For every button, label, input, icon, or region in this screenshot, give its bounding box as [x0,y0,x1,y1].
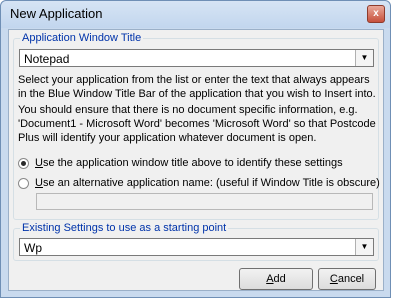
alternative-name-input[interactable] [36,193,373,210]
application-title-value: Notepad [24,52,70,66]
use-alternative-name-label: Use an alternative application name: (us… [35,177,380,189]
existing-settings-label: Existing Settings to use as a starting p… [20,221,229,235]
title-bar: New Application x [1,1,390,28]
add-button[interactable]: Add [239,268,313,290]
close-icon: x [373,8,379,19]
use-window-title-option[interactable]: Use the application window title above t… [18,156,343,170]
use-window-title-label: Use the application window title above t… [35,157,343,169]
use-window-title-radio[interactable] [18,157,29,169]
existing-settings-value: Wp [24,241,42,255]
dialog-body: Application Window Title Notepad ▼ Selec… [8,29,384,291]
dialog-window: New Application x Application Window Tit… [0,0,391,298]
instructions-text-1: Select your application from the list or… [18,74,376,100]
cancel-button[interactable]: Cancel [318,268,376,290]
use-alternative-name-radio[interactable] [18,177,29,189]
instructions-text-2: You should ensure that there is no docum… [18,104,376,144]
chevron-down-icon[interactable]: ▼ [355,50,373,66]
close-button[interactable]: x [367,5,385,23]
application-window-title-group: Application Window Title Notepad ▼ Selec… [13,31,380,220]
existing-settings-combo[interactable]: Wp ▼ [19,238,374,256]
application-window-title-label: Application Window Title [20,31,144,45]
existing-settings-group: Existing Settings to use as a starting p… [13,221,379,261]
chevron-down-icon[interactable]: ▼ [355,239,373,255]
window-title: New Application [10,6,103,21]
application-title-combo[interactable]: Notepad ▼ [19,49,374,67]
use-alternative-name-option[interactable]: Use an alternative application name: (us… [18,176,380,190]
